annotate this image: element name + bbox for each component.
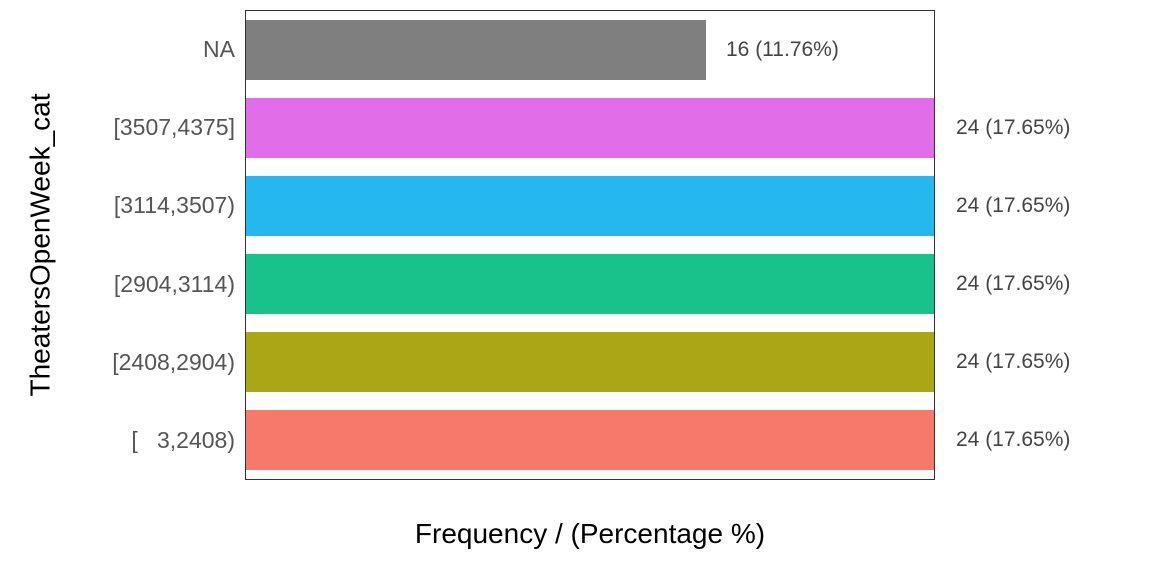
bars-group: 16 (11.76%) 24 (17.65%) 24 (17.65%) 24 (…	[246, 11, 934, 479]
bar-value-label: 16 (11.76%)	[726, 38, 839, 62]
y-tick-label: [3507,4375]	[60, 88, 245, 166]
bar	[246, 20, 706, 81]
bar	[246, 98, 934, 159]
y-tick-label: [2408,2904)	[60, 323, 245, 401]
y-tick-labels: NA [3507,4375] [3114,3507) [2904,3114) […	[60, 10, 245, 480]
bar-slot: 24 (17.65%)	[246, 167, 934, 245]
y-tick-label: [3114,3507)	[60, 167, 245, 245]
bar-slot: 16 (11.76%)	[246, 11, 934, 89]
y-axis-title-wrap: TheatersOpenWeek_cat	[20, 10, 60, 480]
bar-slot: 24 (17.65%)	[246, 323, 934, 401]
y-tick-label: NA	[60, 10, 245, 88]
chart-container: TheatersOpenWeek_cat NA [3507,4375] [311…	[60, 10, 1120, 570]
bar-value-label: 24 (17.65%)	[956, 272, 1070, 296]
plot-panel: 16 (11.76%) 24 (17.65%) 24 (17.65%) 24 (…	[245, 10, 935, 480]
bar-slot: 24 (17.65%)	[246, 245, 934, 323]
bar	[246, 254, 934, 315]
bar-slot: 24 (17.65%)	[246, 89, 934, 167]
bar	[246, 332, 934, 393]
bar	[246, 176, 934, 237]
bar-value-label: 24 (17.65%)	[956, 116, 1070, 140]
bar-value-label: 24 (17.65%)	[956, 194, 1070, 218]
x-axis-title: Frequency / (Percentage %)	[245, 518, 935, 550]
y-axis-title: TheatersOpenWeek_cat	[24, 94, 56, 397]
y-tick-label: [2904,3114)	[60, 245, 245, 323]
bar-value-label: 24 (17.65%)	[956, 350, 1070, 374]
bar-slot: 24 (17.65%)	[246, 401, 934, 479]
bar-value-label: 24 (17.65%)	[956, 428, 1070, 452]
bar	[246, 410, 934, 471]
y-tick-label: [ 3,2408)	[60, 402, 245, 480]
